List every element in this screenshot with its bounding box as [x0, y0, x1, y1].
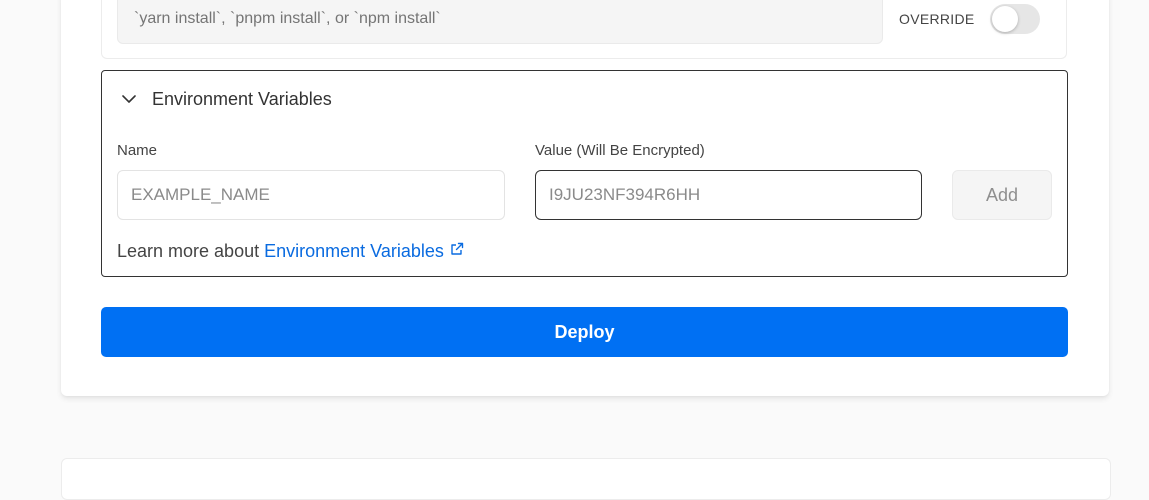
- env-name-input[interactable]: [117, 170, 505, 220]
- add-env-button[interactable]: Add: [952, 170, 1052, 220]
- name-label: Name: [117, 142, 158, 159]
- override-label: OVERRIDE: [899, 11, 975, 27]
- environment-variables-header[interactable]: Environment Variables: [120, 86, 332, 112]
- override-toggle[interactable]: [990, 4, 1040, 34]
- value-label: Value (Will Be Encrypted): [535, 142, 705, 159]
- learn-more-text: Learn more about Environment Variables: [117, 241, 465, 262]
- env-docs-link[interactable]: Environment Variables: [264, 241, 465, 262]
- next-card: [61, 458, 1111, 500]
- toggle-knob: [992, 6, 1018, 32]
- chevron-down-icon: [120, 90, 138, 108]
- install-command-input[interactable]: [117, 0, 883, 44]
- env-docs-link-label: Environment Variables: [264, 241, 444, 261]
- external-link-icon: [444, 241, 465, 262]
- env-value-input[interactable]: [535, 170, 922, 220]
- learn-more-prefix: Learn more about: [117, 241, 260, 261]
- deploy-button[interactable]: Deploy: [101, 307, 1068, 357]
- environment-variables-title: Environment Variables: [152, 88, 332, 109]
